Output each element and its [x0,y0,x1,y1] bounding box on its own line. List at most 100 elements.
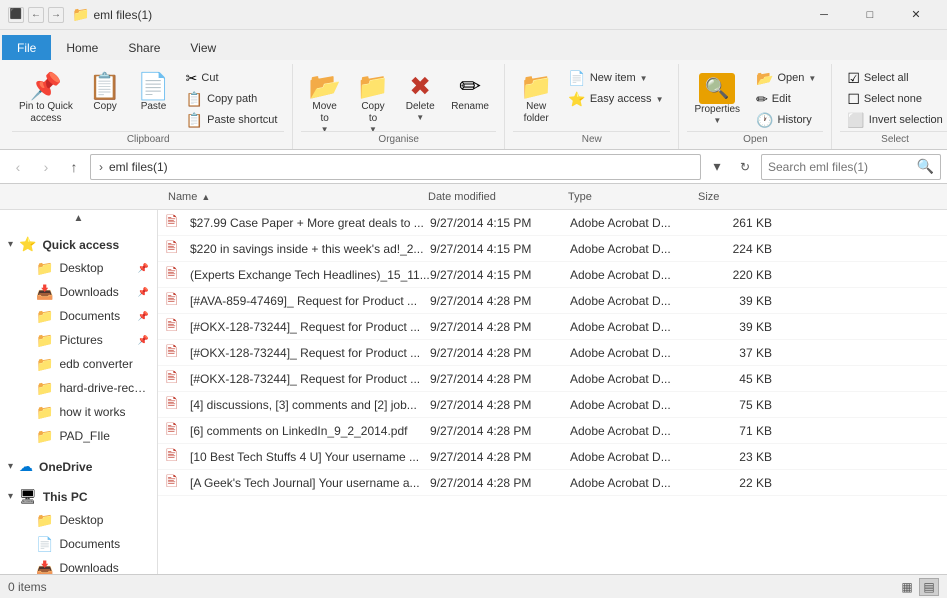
up-button[interactable]: ↑ [62,155,86,179]
file-name: [10 Best Tech Stuffs 4 U] Your username … [190,450,430,464]
list-view-button[interactable]: ▤ [919,578,939,596]
tab-home[interactable]: Home [51,35,113,60]
col-header-type[interactable]: Type [560,184,690,209]
file-name: [#OKX-128-73244]_ Request for Product ..… [190,372,430,386]
ribbon-group-open: 🔍 Properties ▼ 📂 Open ▼ ✏ Edit 🕐 History [679,64,832,149]
breadcrumb-separator: › [99,160,103,174]
thispc-documents[interactable]: 📄 Documents [24,532,157,556]
quick-access-label: Quick access [42,238,119,252]
forward-button[interactable]: › [34,155,58,179]
table-row[interactable]: 🖹 $27.99 Case Paper + More great deals t… [158,210,947,236]
select-group-content: ☑ Select all ☐ Select none ⬜ Invert sele… [840,64,947,131]
open-small-buttons: 📂 Open ▼ ✏ Edit 🕐 History [749,68,823,130]
col-date-label: Date modified [428,191,496,203]
title-back-icon[interactable]: ← [28,7,44,23]
details-view-button[interactable]: ▦ [897,578,917,596]
file-type: Adobe Acrobat D... [570,476,700,490]
cut-button[interactable]: ✂ Cut [179,68,285,88]
table-row[interactable]: 🖹 $220 in savings inside + this week's a… [158,236,947,262]
quick-access-icon[interactable]: ⬛ [8,7,24,23]
table-row[interactable]: 🖹 [#OKX-128-73244]_ Request for Product … [158,314,947,340]
table-row[interactable]: 🖹 [#OKX-128-73244]_ Request for Product … [158,340,947,366]
paste-button[interactable]: 📄 Paste [130,68,176,130]
search-input[interactable] [768,160,917,174]
sidebar-item-pad[interactable]: 📁 PAD_FIle [24,424,157,448]
sidebar-item-downloads[interactable]: 📥 Downloads 📌 [24,280,157,304]
title-forward-icon[interactable]: → [48,7,64,23]
tab-share[interactable]: Share [113,35,175,60]
view-buttons: ▦ ▤ [897,578,939,596]
sidebar-scroll-up[interactable]: ▲ [0,210,157,226]
copy-to-button[interactable]: 📁 Copyto ▼ [350,68,396,130]
file-date: 9/27/2014 4:28 PM [430,424,570,438]
select-all-icon: ☑ [847,70,860,87]
close-button[interactable]: ✕ [893,0,939,30]
col-header-date[interactable]: Date modified [420,184,560,209]
onedrive-label: OneDrive [39,460,92,474]
howitworks-icon: 📁 [36,404,53,421]
search-box[interactable]: 🔍 [761,154,941,180]
breadcrumb-bar[interactable]: › eml files(1) [90,154,701,180]
sidebar-item-edb[interactable]: 📁 edb converter [24,352,157,376]
properties-button[interactable]: 🔍 Properties ▼ [687,68,747,130]
sidebar-item-howitworks[interactable]: 📁 how it works [24,400,157,424]
thispc-desktop[interactable]: 📁 Desktop [24,508,157,532]
new-folder-button[interactable]: 📁 Newfolder [513,68,559,130]
minimize-button[interactable]: ─ [801,0,847,30]
open-dropdown: ▼ [808,74,816,83]
easy-access-button[interactable]: ⭐ Easy access ▼ [561,89,670,109]
table-row[interactable]: 🖹 [6] comments on LinkedIn_9_2_2014.pdf … [158,418,947,444]
table-row[interactable]: 🖹 (Experts Exchange Tech Headlines)_15_1… [158,262,947,288]
invert-selection-button[interactable]: ⬜ Invert selection [840,110,947,130]
address-bar: ‹ › ↑ › eml files(1) ▾ ↻ 🔍 [0,150,947,184]
delete-button[interactable]: ✖ Delete ▼ [398,68,442,130]
table-row[interactable]: 🖹 [10 Best Tech Stuffs 4 U] Your usernam… [158,444,947,470]
copy-button[interactable]: 📋 Copy [82,68,128,130]
table-row[interactable]: 🖹 [A Geek's Tech Journal] Your username … [158,470,947,496]
sidebar-item-documents[interactable]: 📁 Documents 📌 [24,304,157,328]
select-all-button[interactable]: ☑ Select all [840,68,947,88]
properties-dropdown: ▼ [713,116,721,125]
edit-button[interactable]: ✏ Edit [749,89,823,109]
select-none-icon: ☐ [847,91,860,108]
table-row[interactable]: 🖹 [#OKX-128-73244]_ Request for Product … [158,366,947,392]
hdd-icon: 📁 [36,380,53,397]
copy-path-button[interactable]: 📋 Copy path [179,89,285,109]
sidebar-item-hdd[interactable]: 📁 hard-drive-recov... [24,376,157,400]
paste-shortcut-button[interactable]: 📋 Paste shortcut [179,110,285,130]
select-none-button[interactable]: ☐ Select none [840,89,947,109]
table-row[interactable]: 🖹 [4] discussions, [3] comments and [2] … [158,392,947,418]
thispc-downloads[interactable]: 📥 Downloads [24,556,157,574]
column-headers: Name ▲ Date modified Type Size [0,184,947,210]
sidebar-item-desktop[interactable]: 📁 Desktop 📌 [24,256,157,280]
open-button[interactable]: 📂 Open ▼ [749,68,823,88]
new-item-button[interactable]: 📄 New item ▼ [561,68,670,88]
downloads-pin: 📌 [138,287,149,298]
new-folder-label: Newfolder [524,101,549,125]
thispc-items: 📁 Desktop 📄 Documents 📥 Downloads ♪ Musi… [0,508,157,574]
file-date: 9/27/2014 4:28 PM [430,320,570,334]
pin-to-quick-access-button[interactable]: 📌 Pin to Quickaccess [12,68,80,130]
rename-button[interactable]: ✏ Rename [444,68,496,130]
howitworks-label: how it works [59,405,125,419]
table-row[interactable]: 🖹 [#AVA-859-47469]_ Request for Product … [158,288,947,314]
maximize-button[interactable]: □ [847,0,893,30]
history-button[interactable]: 🕐 History [749,110,823,130]
quick-access-header[interactable]: ▾ ⭐ Quick access [0,230,157,256]
edit-label: Edit [772,93,791,105]
thispc-header[interactable]: ▾ 🖥 This PC [0,482,157,508]
onedrive-header[interactable]: ▾ ☁ OneDrive [0,452,157,478]
thispc-downloads-label: Downloads [59,561,118,574]
tab-view[interactable]: View [175,35,231,60]
select-none-label: Select none [864,93,922,105]
move-to-button[interactable]: 📂 Moveto ▼ [301,68,347,130]
col-header-size[interactable]: Size [690,184,770,209]
file-name: [A Geek's Tech Journal] Your username a.… [190,476,430,490]
col-header-name[interactable]: Name ▲ [160,184,420,209]
back-button[interactable]: ‹ [6,155,30,179]
dropdown-button[interactable]: ▾ [705,155,729,179]
file-size: 45 KB [700,372,780,386]
sidebar-item-pictures[interactable]: 📁 Pictures 📌 [24,328,157,352]
refresh-button[interactable]: ↻ [733,155,757,179]
tab-file[interactable]: File [2,35,51,60]
